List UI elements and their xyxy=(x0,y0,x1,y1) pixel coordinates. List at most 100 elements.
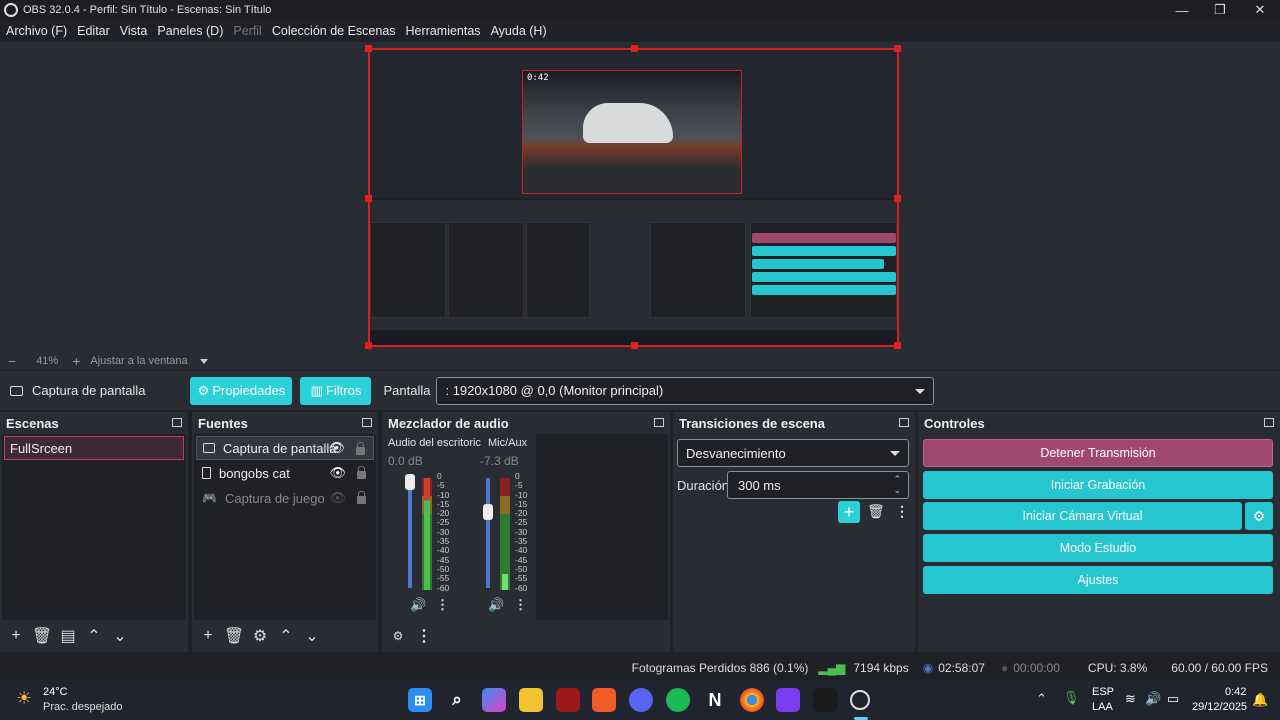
stop-streaming-button[interactable]: Detener Transmisión xyxy=(923,439,1273,467)
chevron-up-icon[interactable]: ⌃ xyxy=(274,624,298,648)
screen-select[interactable]: : 1920x1080 @ 0,0 (Monitor principal) xyxy=(436,376,935,405)
clock-date[interactable]: 29/12/2025 xyxy=(1192,701,1247,713)
resize-handle[interactable] xyxy=(365,342,372,349)
close-button[interactable]: ✕ xyxy=(1240,0,1280,20)
menu-vista[interactable]: Vista xyxy=(120,24,148,38)
gear-icon[interactable]: ⚙ xyxy=(248,624,272,648)
source-item[interactable]: Captura de pantalla 👁 xyxy=(196,436,374,460)
search-icon[interactable]: ⌕ xyxy=(445,688,469,712)
maximize-button[interactable]: ❐ xyxy=(1200,0,1240,20)
more-options-icon[interactable]: ⋮ xyxy=(895,503,909,520)
resize-handle[interactable] xyxy=(894,342,901,349)
duration-spinbox[interactable]: 300 ms ⌃ ⌄ xyxy=(727,471,909,499)
undock-icon[interactable] xyxy=(362,418,372,427)
trash-icon[interactable]: 🗑 xyxy=(30,624,54,648)
copilot-icon[interactable] xyxy=(482,688,506,712)
start-recording-button[interactable]: Iniciar Grabación xyxy=(923,471,1273,499)
scene-item[interactable]: FullSrceen xyxy=(4,436,184,460)
battery-icon[interactable]: ▭ xyxy=(1167,691,1179,707)
app-icon[interactable] xyxy=(556,688,580,712)
minimize-button[interactable]: — xyxy=(1162,0,1202,20)
source-item[interactable]: bongobs cat 👁 xyxy=(196,461,374,485)
properties-button[interactable]: ⚙ Propiedades xyxy=(190,376,293,405)
resize-handle[interactable] xyxy=(894,195,901,202)
volume-slider-track[interactable] xyxy=(408,478,412,588)
zoom-in-button[interactable]: + xyxy=(72,353,80,369)
volume-slider-track[interactable] xyxy=(486,478,490,588)
more-options-icon[interactable]: ⋮ xyxy=(412,624,436,648)
more-options-icon[interactable]: ⋮ xyxy=(514,597,527,613)
add-transition-icon[interactable]: + xyxy=(838,501,860,523)
start-virtual-camera-button[interactable]: Iniciar Cámara Virtual xyxy=(923,502,1242,530)
menu-editar[interactable]: Editar xyxy=(77,24,110,38)
eye-icon[interactable]: 👁 xyxy=(329,465,346,481)
zoom-dropdown-icon[interactable] xyxy=(199,358,208,364)
undock-icon[interactable] xyxy=(899,418,909,427)
chevron-up-icon[interactable]: ⌃ xyxy=(1036,691,1047,707)
keyboard-layout[interactable]: LAA xyxy=(1092,701,1113,713)
keyboard-language[interactable]: ESP xyxy=(1092,686,1114,698)
weather-desc[interactable]: Prac. despejado xyxy=(43,701,123,713)
virtual-camera-settings-icon[interactable]: ⚙ xyxy=(1245,502,1273,530)
studio-mode-button[interactable]: Modo Estudio xyxy=(923,534,1273,562)
menu-archivo[interactable]: Archivo (F) xyxy=(6,24,67,38)
volume-slider-handle[interactable] xyxy=(483,504,493,520)
weather-icon[interactable]: ☀ xyxy=(16,688,32,709)
lock-icon[interactable] xyxy=(357,466,366,479)
obs-taskbar-icon[interactable] xyxy=(850,690,870,710)
clock-time[interactable]: 0:42 xyxy=(1225,686,1246,698)
file-explorer-icon[interactable] xyxy=(519,688,543,712)
brave-icon[interactable] xyxy=(592,688,616,712)
preview-canvas[interactable]: 0:42 xyxy=(365,45,901,349)
undock-icon[interactable] xyxy=(172,418,182,427)
scene-filters-icon[interactable]: ▤ xyxy=(56,624,80,648)
trash-icon[interactable]: 🗑 xyxy=(867,503,885,520)
transition-select[interactable]: Desvanecimiento xyxy=(677,439,909,467)
chevron-down-icon[interactable]: ⌄ xyxy=(300,624,324,648)
filters-button[interactable]: ▥ Filtros xyxy=(300,376,372,405)
fit-to-window-label[interactable]: Ajustar a la ventana xyxy=(90,355,187,367)
spotify-icon[interactable] xyxy=(666,688,690,712)
menu-perfil[interactable]: Perfil xyxy=(233,24,261,38)
eye-hidden-icon[interactable]: 👁 xyxy=(329,490,346,506)
resize-handle[interactable] xyxy=(631,342,638,349)
advanced-audio-icon[interactable]: ⚙ xyxy=(386,624,410,648)
menu-paneles[interactable]: Paneles (D) xyxy=(157,24,223,38)
chrome-icon[interactable] xyxy=(740,688,764,712)
resize-handle[interactable] xyxy=(365,195,372,202)
lock-icon[interactable] xyxy=(357,491,366,504)
logitech-icon[interactable] xyxy=(813,688,837,712)
lock-icon[interactable] xyxy=(356,442,365,455)
windows-start-icon[interactable]: ⊞ xyxy=(408,688,432,712)
undock-icon[interactable] xyxy=(654,418,664,427)
wifi-icon[interactable]: ≋ xyxy=(1125,691,1136,707)
chevron-down-icon[interactable]: ⌄ xyxy=(108,624,132,648)
resize-handle[interactable] xyxy=(365,45,372,52)
volume-icon[interactable]: 🔊 xyxy=(1145,691,1161,707)
source-item[interactable]: 🎮 Captura de juego 👁 xyxy=(196,486,374,510)
weather-temp[interactable]: 24°C xyxy=(43,686,68,698)
resize-handle[interactable] xyxy=(894,45,901,52)
add-source-icon[interactable]: + xyxy=(196,624,220,648)
add-scene-icon[interactable]: + xyxy=(4,624,28,648)
menu-ayuda[interactable]: Ayuda (H) xyxy=(491,24,547,38)
eye-icon[interactable]: 👁 xyxy=(328,440,345,456)
resize-handle[interactable] xyxy=(631,45,638,52)
menu-coleccion-escenas[interactable]: Colección de Escenas xyxy=(272,24,396,38)
app-icon[interactable] xyxy=(776,688,800,712)
trash-icon[interactable]: 🗑 xyxy=(222,624,246,648)
notification-bell-icon[interactable]: 🔔 xyxy=(1252,692,1268,708)
undock-icon[interactable] xyxy=(1264,418,1274,427)
zoom-out-button[interactable]: − xyxy=(8,353,16,369)
volume-slider-handle[interactable] xyxy=(405,474,415,490)
discord-icon[interactable] xyxy=(629,688,653,712)
spin-arrows-icon[interactable]: ⌃ ⌄ xyxy=(893,474,901,496)
more-options-icon[interactable]: ⋮ xyxy=(436,597,449,613)
settings-button[interactable]: Ajustes xyxy=(923,566,1273,594)
microphone-icon[interactable]: 🎙 xyxy=(1063,690,1080,706)
notion-icon[interactable]: N xyxy=(703,688,727,712)
chevron-up-icon[interactable]: ⌃ xyxy=(82,624,106,648)
speaker-icon[interactable]: 🔊 xyxy=(488,597,504,613)
speaker-icon[interactable]: 🔊 xyxy=(410,597,426,613)
menu-herramientas[interactable]: Herramientas xyxy=(406,24,481,38)
